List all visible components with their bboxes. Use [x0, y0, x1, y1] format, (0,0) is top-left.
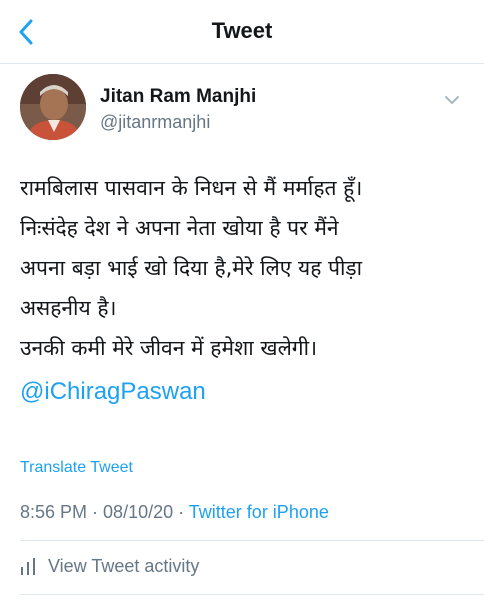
author-handle[interactable]: @jitanrmanjhi: [100, 112, 210, 133]
meta-separator: ·: [87, 502, 104, 522]
chevron-down-icon: [445, 96, 459, 104]
view-tweet-activity-button[interactable]: View Tweet activity: [20, 556, 199, 577]
page-title: Tweet: [211, 18, 273, 43]
translate-tweet-link[interactable]: Translate Tweet: [20, 459, 133, 477]
avatar[interactable]: [20, 74, 86, 140]
tweet-line: असहनीय है।: [20, 296, 117, 320]
tweet-author: Jitan Ram Manjhi @jitanrmanjhi: [20, 74, 464, 146]
tweet-line: उनकी कमी मेरे जीवन में हमेशा खलेगी।: [20, 336, 318, 360]
bar-chart-icon: [21, 557, 35, 575]
divider: [20, 594, 484, 595]
tweet-time: 8:56 PM: [20, 502, 88, 522]
tweet-source-link[interactable]: Twitter for iPhone: [189, 502, 329, 522]
tweet-line: अपना बड़ा भाई खो दिया है,मेरे लिए यह पीड…: [20, 256, 363, 280]
tweet-line: रामबिलास पासवान के निधन से मैं मर्माहत ह…: [20, 176, 363, 200]
mention-link[interactable]: @iChiragPaswan: [20, 372, 470, 412]
tweet-meta: 8:56 PM · 08/10/20 · Twitter for iPhone: [20, 502, 329, 523]
tweet-line: निःसंदेह देश ने अपना नेता खोया है पर मैं…: [20, 216, 339, 240]
tweet-text: रामबिलास पासवान के निधन से मैं मर्माहत ह…: [20, 168, 470, 412]
meta-separator: ·: [173, 502, 189, 522]
tweet-options-button[interactable]: [440, 88, 464, 112]
author-name[interactable]: Jitan Ram Manjhi: [100, 86, 256, 108]
tweet-date: 08/10/20: [103, 502, 174, 522]
top-bar: Tweet: [0, 0, 484, 64]
divider: [20, 540, 484, 541]
view-tweet-activity-label: View Tweet activity: [48, 556, 200, 576]
